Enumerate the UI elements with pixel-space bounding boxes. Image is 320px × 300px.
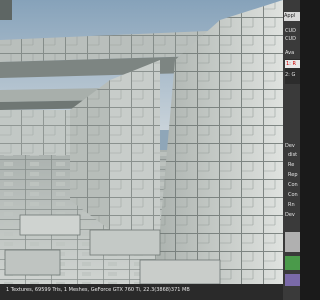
device-label: Dev [285, 143, 295, 149]
render-stats-text: 1 Textures, 69599 Tris, 1 Meshes, GeForc… [6, 287, 190, 293]
color-swatch[interactable] [285, 256, 300, 270]
tab-appl[interactable]: Appl [284, 12, 300, 21]
status-bar: 1 Textures, 69599 Tris, 1 Meshes, GeForc… [0, 284, 283, 300]
list-item-selected[interactable]: 1: R [285, 60, 300, 68]
available-label: Ava [285, 50, 295, 56]
list-item-label: 1: R [286, 61, 296, 67]
color-swatch[interactable] [285, 232, 300, 252]
side-panel: Appl CUD CUD Ava 1: R 2: G Dev dist Re R… [283, 0, 300, 300]
device-field: Con [288, 182, 298, 188]
device-field: Rn [288, 202, 295, 208]
device-field: Con [288, 192, 298, 198]
render-viewport[interactable]: 1 Textures, 69599 Tris, 1 Meshes, GeForc… [0, 0, 283, 300]
panel-title: CUD [285, 28, 297, 34]
list-item[interactable]: 2: G [285, 72, 295, 78]
panel-subtitle: CUD [285, 36, 297, 42]
rendered-scene [0, 0, 283, 300]
device-label-2: Dev [285, 212, 295, 218]
color-swatch[interactable] [285, 274, 300, 286]
device-field: Re [288, 162, 295, 168]
device-field: Rep [288, 172, 298, 178]
device-field: dist [288, 152, 298, 158]
